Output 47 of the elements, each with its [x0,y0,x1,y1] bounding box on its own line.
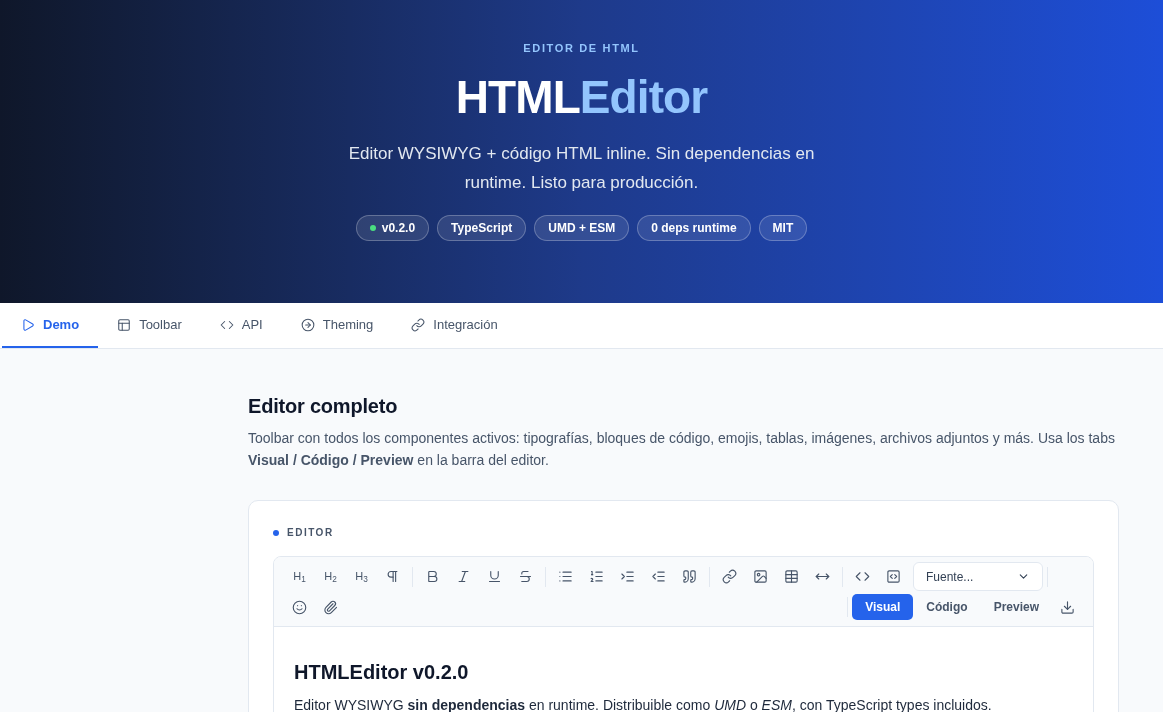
underline-icon [487,569,502,584]
link-icon [722,569,737,584]
paperclip-icon [323,599,338,615]
badge: v0.2.0 [355,214,430,241]
circle-icon [300,317,315,332]
smiley-icon [292,599,307,615]
badge: UMD + ESM [534,214,630,241]
section-title: Editor completo [248,394,399,419]
heading-button[interactable]: H$_{2}$ [315,562,346,591]
heading-button[interactable]: H$_{3}$ [346,562,377,591]
bullet-list-icon [558,569,573,584]
hero-title: HTMLEditor [455,70,708,123]
hero-subtitle: Editor WYSIWYG + código HTML inline. Sin dependencias en runtime. Listo para producción. [347,142,816,194]
italic-icon [456,569,471,584]
numbered-list-icon [589,569,604,584]
link-icon [411,317,426,332]
nav-tab[interactable]: API [200,303,282,348]
table-icon [784,569,799,584]
indent-icon [620,569,635,584]
bold-icon [425,569,440,584]
section-description: Toolbar con todos los componentes activos: tipografías, bloques de código, emojis, tablas, imágenes, archivos adjuntos y más. Usa los tabs Visual / Código / Preview en la barra del editor. [248,429,1116,470]
quote-icon [682,569,697,584]
mode-tab[interactable]: Visual [852,594,914,620]
strikethrough-icon [518,569,533,584]
badge: MIT [758,214,808,241]
image-icon [753,569,768,584]
content-paragraph: Editor WYSIWYG sin dependencias en runtime. Distribuible como UMD o ESM, con TypeScript types incluidos. [294,696,993,712]
download-icon [1060,599,1075,615]
outdent-icon [651,569,666,584]
mode-tab[interactable]: Preview [980,594,1052,620]
eyebrow-label: EDITOR DE HTML [523,41,640,56]
layout-icon [117,317,132,332]
play-icon [21,317,35,332]
paragraph-icon [385,569,400,584]
nav-tab[interactable]: Toolbar [98,303,201,348]
code-block-icon [886,569,901,584]
heading-button[interactable]: H$_{1}$ [284,562,315,591]
content-heading: HTMLEditor v0.2.0 [294,660,470,685]
badge: 0 deps runtime [637,214,751,241]
code-icon [855,569,870,584]
editor-label: EDITOR [287,526,334,540]
font-select[interactable]: Fuente... [913,562,1043,591]
mode-tab[interactable]: Código [913,594,981,620]
nav-tab[interactable]: Integración [392,303,517,348]
badge: TypeScript [437,214,527,241]
nav-tab[interactable]: Theming [281,303,393,348]
nav-tab[interactable]: Demo [2,303,99,348]
